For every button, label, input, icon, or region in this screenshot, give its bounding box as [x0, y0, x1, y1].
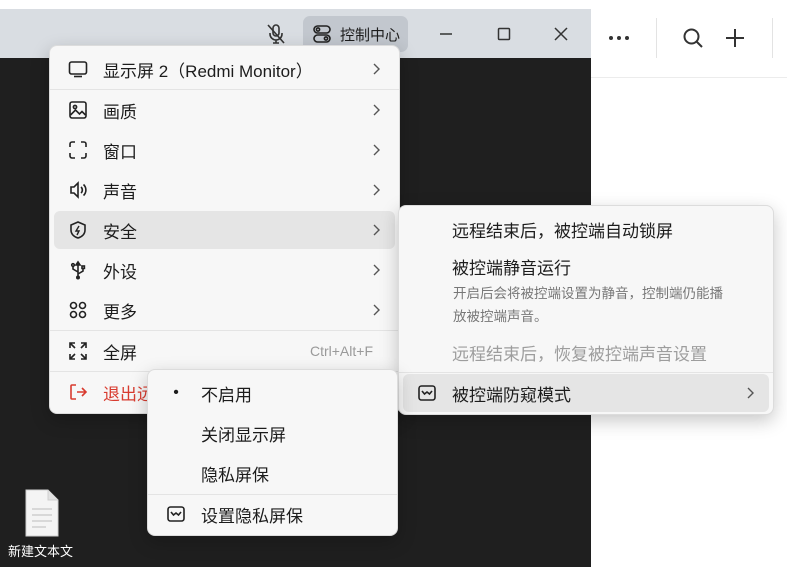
- chevron-right-icon: [373, 304, 380, 316]
- window-frame-icon: [68, 140, 88, 160]
- privacy-mask-icon: [417, 383, 437, 403]
- mute-description-line2: 放被控端声音。: [453, 309, 548, 324]
- close-button[interactable]: [543, 9, 579, 58]
- anti-peek-set-screensaver[interactable]: 设置隐私屏保: [152, 495, 393, 533]
- shield-icon: [68, 220, 88, 240]
- menu-item-security[interactable]: 安全: [54, 211, 395, 249]
- maximize-button[interactable]: [486, 9, 522, 58]
- menu-item-fullscreen[interactable]: 全屏 Ctrl+Alt+F: [54, 332, 395, 370]
- chevron-right-icon: [373, 63, 380, 75]
- monitor-icon: [68, 59, 88, 79]
- ellipsis-icon: [609, 36, 629, 40]
- menu-item-window[interactable]: 窗口: [54, 131, 395, 169]
- anti-peek-privacy-screensaver[interactable]: 隐私屏保: [152, 454, 393, 492]
- menu-separator: [50, 330, 399, 331]
- image-icon: [68, 100, 88, 120]
- mic-off-icon: [267, 23, 285, 44]
- security-mute-run[interactable]: 被控端静音运行: [403, 251, 769, 281]
- fullscreen-shortcut: Ctrl+Alt+F: [309, 343, 373, 359]
- minimize-icon: [440, 32, 452, 35]
- chevron-right-icon: [373, 264, 380, 276]
- chevron-right-icon: [373, 144, 380, 156]
- search-icon: [683, 28, 703, 48]
- control-center-label: 控制中心: [340, 26, 401, 44]
- anti-peek-submenu: • 不启用 关闭显示屏 隐私屏保 设置隐私屏保: [147, 369, 398, 536]
- menu-item-quality[interactable]: 画质: [54, 91, 395, 129]
- speaker-icon: [68, 180, 88, 200]
- menu-item-peripherals[interactable]: 外设: [54, 251, 395, 289]
- security-restore-sound: 远程结束后，恢复被控端声音设置: [452, 344, 707, 364]
- text-file-icon[interactable]: [22, 489, 62, 537]
- desktop-file-label: 新建文本文: [8, 544, 74, 559]
- menu-separator: [399, 372, 773, 373]
- toolbar-divider: [772, 18, 773, 58]
- toolbar-divider: [656, 18, 657, 58]
- anti-peek-turn-off-display[interactable]: 关闭显示屏: [152, 414, 393, 452]
- exit-icon: [68, 382, 88, 402]
- main-context-menu: 显示屏 2（Redmi Monitor） 画质 窗口 声音 安全 外设 更多 全…: [49, 45, 400, 414]
- toggle-switches-icon: [313, 25, 331, 43]
- outer-toolbar: [591, 0, 787, 78]
- grid-icon: [68, 300, 88, 320]
- mute-description-line1: 开启后会将被控端设置为静音，控制端仍能播: [453, 286, 723, 301]
- security-auto-lock[interactable]: 远程结束后，被控端自动锁屏: [403, 210, 769, 248]
- security-anti-peek[interactable]: 被控端防窥模式: [403, 374, 769, 412]
- selected-bullet: •: [173, 384, 179, 401]
- chevron-right-icon: [373, 224, 380, 236]
- anti-peek-disabled-option[interactable]: • 不启用: [152, 374, 393, 412]
- search-button[interactable]: [677, 22, 709, 54]
- menu-item-display[interactable]: 显示屏 2（Redmi Monitor）: [54, 50, 395, 88]
- privacy-mask-icon: [166, 504, 186, 524]
- chevron-right-icon: [373, 184, 380, 196]
- security-submenu: 远程结束后，被控端自动锁屏 被控端静音运行 开启后会将被控端设置为静音，控制端仍…: [398, 205, 774, 415]
- menu-item-sound[interactable]: 声音: [54, 171, 395, 209]
- menu-separator: [50, 89, 399, 90]
- close-icon: [554, 26, 568, 41]
- maximize-icon: [497, 27, 511, 40]
- menu-item-more[interactable]: 更多: [54, 291, 395, 329]
- plus-icon: [726, 29, 744, 47]
- add-button[interactable]: [719, 22, 751, 54]
- fullscreen-icon: [68, 341, 88, 361]
- usb-icon: [68, 260, 88, 280]
- minimize-button[interactable]: [428, 9, 464, 58]
- chevron-right-icon: [747, 387, 754, 399]
- more-button[interactable]: [603, 22, 635, 54]
- chevron-right-icon: [373, 104, 380, 116]
